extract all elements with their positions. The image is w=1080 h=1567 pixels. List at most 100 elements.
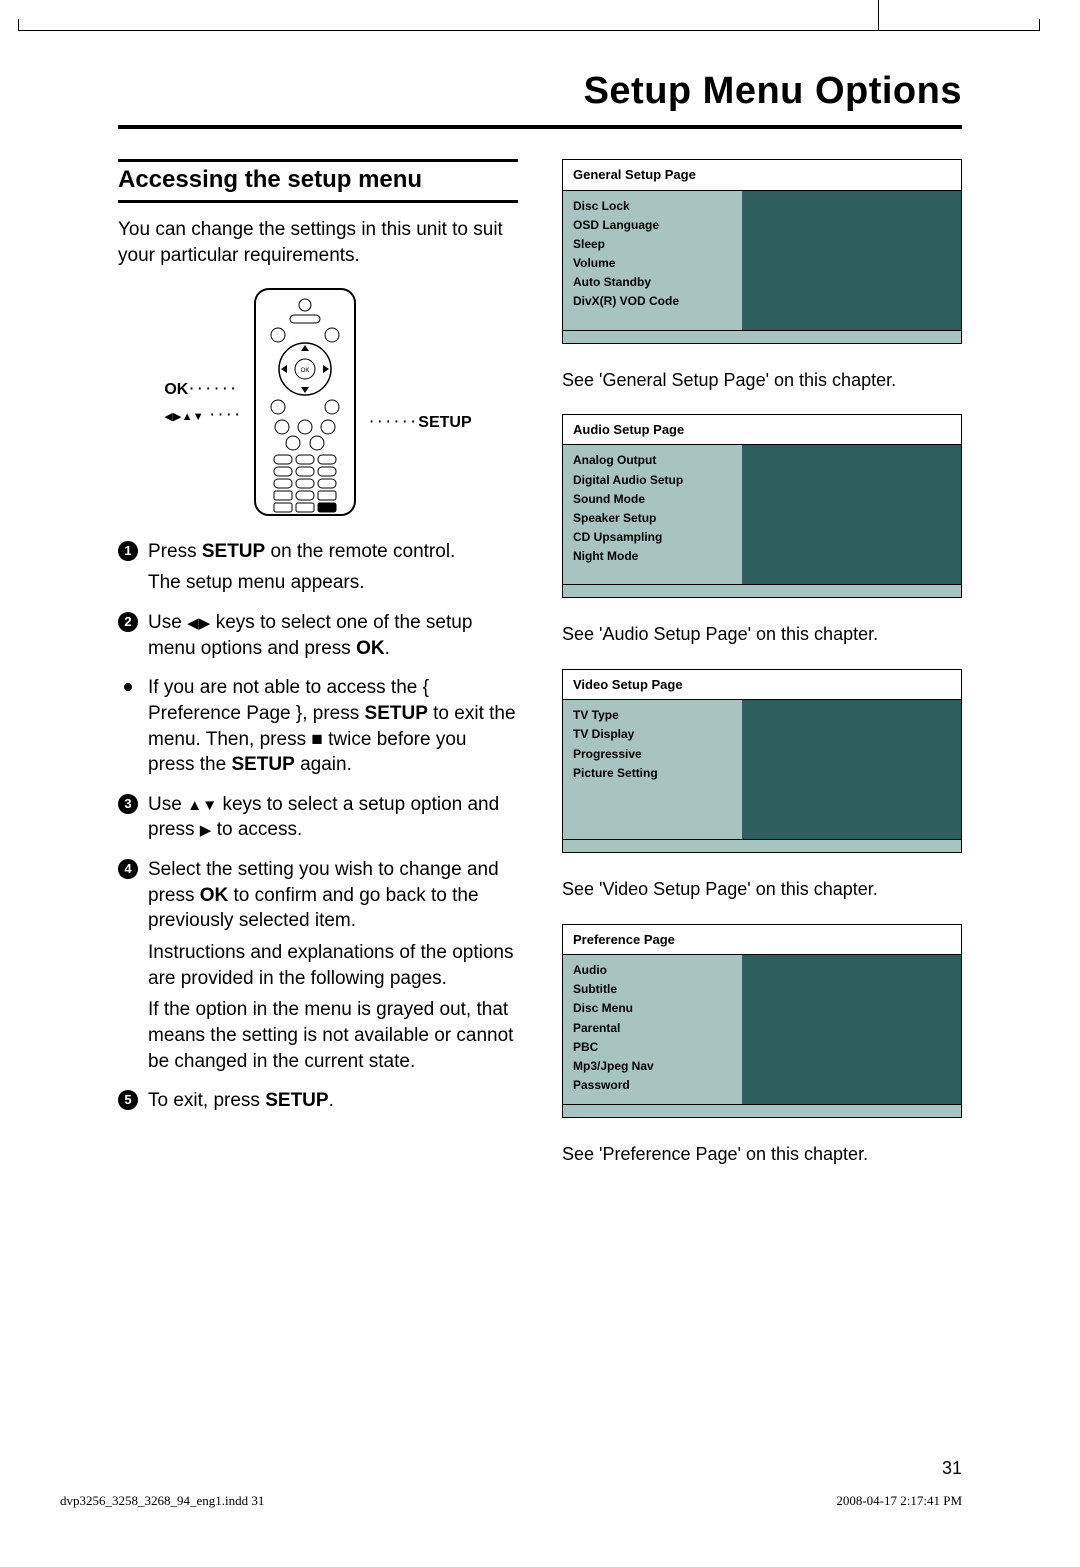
step-badge: 4 [118,859,138,879]
text: again. [295,754,352,775]
step-4: 4 Select the setting you wish to change … [118,857,518,1074]
menu-detail-pane [742,445,961,584]
menu-item: Parental [573,1019,732,1038]
footer-right: 2008-04-17 2:17:41 PM [836,1493,962,1509]
text: on the remote control. [265,541,455,562]
menu-block-2: Video Setup Page TV Type TV Display Prog… [562,669,962,902]
text: . [385,638,390,659]
menu-item: Picture Setting [573,764,732,783]
menu-item: Disc Lock [573,197,732,216]
dots-icon: ······ [368,411,418,432]
menu-item: Mp3/Jpeg Nav [573,1057,732,1076]
text-bold: SETUP [265,1090,328,1111]
text: . [329,1090,334,1111]
up-arrow-icon [187,794,202,815]
menu-item: Password [573,1076,732,1095]
menu-item: TV Display [573,725,732,744]
menu-detail-pane [742,191,961,330]
step-1: 1 Press SETUP on the remote control. The… [118,539,518,596]
ok-label: OK [164,381,188,398]
menu-items: Disc Lock OSD Language Sleep Volume Auto… [563,191,742,330]
text: to access. [211,819,302,840]
menu-item: Auto Standby [573,273,732,292]
remote-diagram: OK······ ···· OK [118,287,518,517]
text-bold: OK [200,885,229,906]
intro-text: You can change the settings in this unit… [118,217,518,268]
menu-item: Sleep [573,235,732,254]
remote-icon: OK [250,287,360,517]
menu-body: TV Type TV Display Progressive Picture S… [563,700,961,840]
text: Press [148,541,202,562]
svg-text:OK: OK [301,368,310,374]
menu-item: Speaker Setup [573,509,732,528]
menu-item: OSD Language [573,216,732,235]
menu-caption: See 'General Setup Page' on this chapter… [562,368,962,392]
menu-body: Analog Output Digital Audio Setup Sound … [563,445,961,585]
menu-item: CD Upsampling [573,528,732,547]
stop-icon [311,729,322,750]
menu-title: General Setup Page [563,160,961,191]
text: Use [148,794,187,815]
menu-items: Audio Subtitle Disc Menu Parental PBC Mp… [563,955,742,1104]
step-badge: 3 [118,794,138,814]
menu-footer-strip [563,585,961,597]
note-bullet: If you are not able to access the { Pref… [118,675,518,778]
down-arrow-icon [202,794,217,815]
text-bold: OK [356,638,385,659]
menu-body: Audio Subtitle Disc Menu Parental PBC Mp… [563,955,961,1105]
right-arrow-icon [200,819,212,840]
menu-box: Audio Setup Page Analog Output Digital A… [562,414,962,599]
setup-callout: ······SETUP [368,409,471,435]
menu-item: Audio [573,961,732,980]
menu-title: Preference Page [563,925,961,956]
menu-items: TV Type TV Display Progressive Picture S… [563,700,742,839]
title-block: Setup Menu Options [102,70,962,113]
menu-footer-strip [563,331,961,343]
menu-items: Analog Output Digital Audio Setup Sound … [563,445,742,584]
text: To exit, press [148,1090,265,1111]
step-list: 1 Press SETUP on the remote control. The… [118,539,518,662]
page-number: 31 [942,1458,962,1479]
step-list-cont: 3 Use keys to select a setup option and … [118,792,518,1114]
left-arrow-icon [187,612,199,633]
menu-item: PBC [573,1038,732,1057]
menu-item: Disc Menu [573,999,732,1018]
menu-block-3: Preference Page Audio Subtitle Disc Menu… [562,924,962,1167]
menu-caption: See 'Audio Setup Page' on this chapter. [562,622,962,646]
right-arrow-icon [199,612,211,633]
footer-left: dvp3256_3258_3268_94_eng1.indd 31 [60,1493,264,1509]
text-bold: SETUP [202,541,265,562]
menu-box: Preference Page Audio Subtitle Disc Menu… [562,924,962,1119]
step-4-sub2: If the option in the menu is grayed out,… [148,997,518,1074]
menu-box: General Setup Page Disc Lock OSD Languag… [562,159,962,344]
menu-footer-strip [563,1105,961,1117]
step-3: 3 Use keys to select a setup option and … [118,792,518,843]
menu-item: Volume [573,254,732,273]
menu-body: Disc Lock OSD Language Sleep Volume Auto… [563,191,961,331]
page-title: Setup Menu Options [102,70,962,113]
menu-footer-strip [563,840,961,852]
text-bold: SETUP [365,703,428,724]
menu-detail-pane [742,955,961,1104]
step-badge: 5 [118,1090,138,1110]
dots-icon: ······ [188,378,238,399]
menu-item: Analog Output [573,451,732,470]
menu-item: Subtitle [573,980,732,999]
step-2: 2 Use keys to select one of the setup me… [118,610,518,661]
step-5: 5 To exit, press SETUP. [118,1088,518,1114]
menu-title: Audio Setup Page [563,415,961,446]
manual-page: Setup Menu Options Accessing the setup m… [0,0,1080,1567]
menu-item: Sound Mode [573,490,732,509]
step-4-sub1: Instructions and explanations of the opt… [148,940,518,991]
step-badge: 2 [118,612,138,632]
dots-icon: ···· [209,404,242,425]
step-badge: 1 [118,541,138,561]
step-1-sub: The setup menu appears. [148,570,518,596]
menu-item: DivX(R) VOD Code [573,292,732,311]
left-column: Accessing the setup menu You can change … [118,159,518,1188]
ok-callout: OK······ ···· [164,376,242,427]
columns: Accessing the setup menu You can change … [0,129,1080,1188]
menu-title: Video Setup Page [563,670,961,701]
menu-block-1: Audio Setup Page Analog Output Digital A… [562,414,962,647]
text: Use [148,612,187,633]
